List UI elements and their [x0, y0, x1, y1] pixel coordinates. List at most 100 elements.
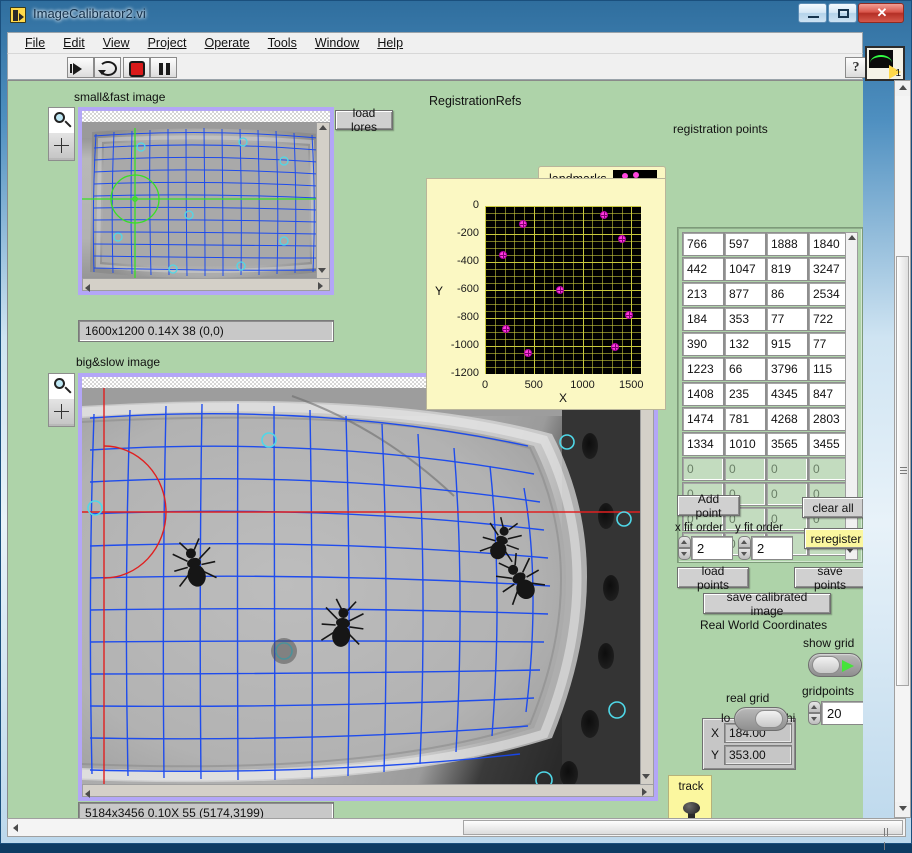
table-cell[interactable]: 0 — [808, 457, 850, 481]
table-cell[interactable]: 353 — [724, 307, 766, 331]
table-cell[interactable]: 1474 — [682, 407, 724, 431]
table-cell[interactable]: 766 — [682, 232, 724, 256]
reregister-button[interactable]: reregister — [804, 528, 863, 549]
show-grid-toggle[interactable] — [808, 653, 862, 677]
table-cell[interactable]: 3796 — [766, 357, 808, 381]
scroll-left-arrow-icon[interactable] — [8, 819, 23, 836]
table-cell[interactable]: 1840 — [808, 232, 850, 256]
panel-horizontal-scrollbar[interactable] — [7, 818, 906, 837]
track-point-switch[interactable]: track point — [668, 775, 712, 818]
table-cell[interactable]: 3565 — [766, 432, 808, 456]
vscroll-thumb[interactable] — [896, 256, 909, 686]
table-cell[interactable]: 2534 — [808, 282, 850, 306]
table-row[interactable]: 213877862534 — [682, 282, 850, 307]
table-row[interactable]: 44210478193247 — [682, 257, 850, 282]
menu-view[interactable]: View — [94, 34, 139, 52]
table-cell[interactable]: 0 — [724, 457, 766, 481]
add-point-button[interactable]: Add point — [677, 495, 740, 516]
table-cell[interactable]: 4345 — [766, 382, 808, 406]
table-cell[interactable]: 0 — [682, 457, 724, 481]
table-cell[interactable]: 3455 — [808, 432, 850, 456]
lores-cursor-tool[interactable] — [49, 133, 74, 158]
hires-horizontal-scrollbar[interactable] — [82, 784, 654, 797]
hires-image-canvas[interactable] — [82, 388, 654, 794]
table-cell[interactable]: 597 — [724, 232, 766, 256]
scroll-down-arrow-icon[interactable] — [895, 802, 910, 817]
y-fit-order-input[interactable]: 2 — [751, 536, 793, 560]
table-cell[interactable]: 877 — [724, 282, 766, 306]
table-cell[interactable]: 213 — [682, 282, 724, 306]
table-cell[interactable]: 3247 — [808, 257, 850, 281]
lores-zoom-tool[interactable] — [49, 108, 74, 133]
menu-window[interactable]: Window — [306, 34, 368, 52]
run-continuously-button[interactable] — [94, 57, 121, 78]
close-button[interactable]: ✕ — [858, 3, 904, 23]
lores-image-viewer[interactable] — [78, 107, 334, 295]
table-cell[interactable]: 819 — [766, 257, 808, 281]
panel-vertical-scrollbar[interactable] — [894, 80, 911, 818]
context-help-icon[interactable]: ? — [845, 57, 867, 78]
abort-execution-button[interactable] — [123, 57, 150, 78]
real-grid-toggle[interactable] — [734, 707, 788, 731]
hires-image-viewer[interactable] — [78, 373, 658, 801]
y-fit-order-spinner[interactable] — [738, 536, 751, 560]
save-points-button[interactable]: save points — [794, 567, 863, 588]
load-lores-button[interactable]: load lores — [335, 110, 393, 130]
table-cell[interactable]: 77 — [766, 307, 808, 331]
gridpoints-input[interactable]: 20 — [821, 701, 863, 725]
table-cell[interactable]: 4268 — [766, 407, 808, 431]
menu-project[interactable]: Project — [139, 34, 196, 52]
table-row[interactable]: 39013291577 — [682, 332, 850, 357]
table-cell[interactable]: 847 — [808, 382, 850, 406]
pause-button[interactable] — [150, 57, 177, 78]
gridpoints-spinner[interactable] — [808, 701, 821, 725]
table-cell[interactable]: 390 — [682, 332, 724, 356]
table-row[interactable]: 14082354345847 — [682, 382, 850, 407]
hscroll-thumb[interactable] — [463, 820, 903, 835]
table-cell[interactable]: 77 — [808, 332, 850, 356]
menu-help[interactable]: Help — [368, 34, 412, 52]
x-fit-order-spinner[interactable] — [678, 536, 691, 560]
table-cell[interactable]: 2803 — [808, 407, 850, 431]
table-cell[interactable]: 1047 — [724, 257, 766, 281]
lores-image-canvas[interactable] — [82, 122, 330, 288]
table-cell[interactable]: 781 — [724, 407, 766, 431]
menu-tools[interactable]: Tools — [259, 34, 306, 52]
table-row[interactable]: 76659718881840 — [682, 232, 850, 257]
table-row[interactable]: 18435377722 — [682, 307, 850, 332]
menu-file[interactable]: File — [16, 34, 54, 52]
maximize-button[interactable] — [828, 3, 857, 23]
lores-horizontal-scrollbar[interactable] — [82, 278, 330, 291]
hires-zoom-tool[interactable] — [49, 374, 74, 399]
menu-operate[interactable]: Operate — [195, 34, 258, 52]
lores-vertical-scrollbar[interactable] — [316, 122, 330, 280]
table-row[interactable]: 1223663796115 — [682, 357, 850, 382]
load-points-button[interactable]: load points — [677, 567, 749, 588]
table-cell[interactable]: 442 — [682, 257, 724, 281]
scroll-up-arrow-icon[interactable] — [895, 81, 910, 96]
x-fit-order-input[interactable]: 2 — [691, 536, 733, 560]
table-cell[interactable]: 1408 — [682, 382, 724, 406]
hires-vertical-scrollbar[interactable] — [640, 388, 654, 786]
table-cell[interactable]: 235 — [724, 382, 766, 406]
table-cell[interactable]: 0 — [766, 457, 808, 481]
table-cell[interactable]: 1334 — [682, 432, 724, 456]
table-cell[interactable]: 915 — [766, 332, 808, 356]
run-button[interactable] — [67, 57, 94, 78]
table-row[interactable]: 1334101035653455 — [682, 432, 850, 457]
table-cell[interactable]: 722 — [808, 307, 850, 331]
minimize-button[interactable] — [798, 3, 827, 23]
table-cell[interactable]: 1010 — [724, 432, 766, 456]
chart-plot-area[interactable] — [485, 206, 641, 374]
table-cell[interactable]: 132 — [724, 332, 766, 356]
table-cell[interactable]: 184 — [682, 307, 724, 331]
save-calibrated-image-button[interactable]: save calibrated image — [703, 593, 831, 614]
table-cell[interactable]: 66 — [724, 357, 766, 381]
menu-edit[interactable]: Edit — [54, 34, 94, 52]
table-cell[interactable]: 86 — [766, 282, 808, 306]
table-cell[interactable]: 1888 — [766, 232, 808, 256]
hires-cursor-tool[interactable] — [49, 399, 74, 424]
table-row[interactable]: 147478142682803 — [682, 407, 850, 432]
clear-all-button[interactable]: clear all — [802, 497, 863, 518]
table-cell[interactable]: 1223 — [682, 357, 724, 381]
